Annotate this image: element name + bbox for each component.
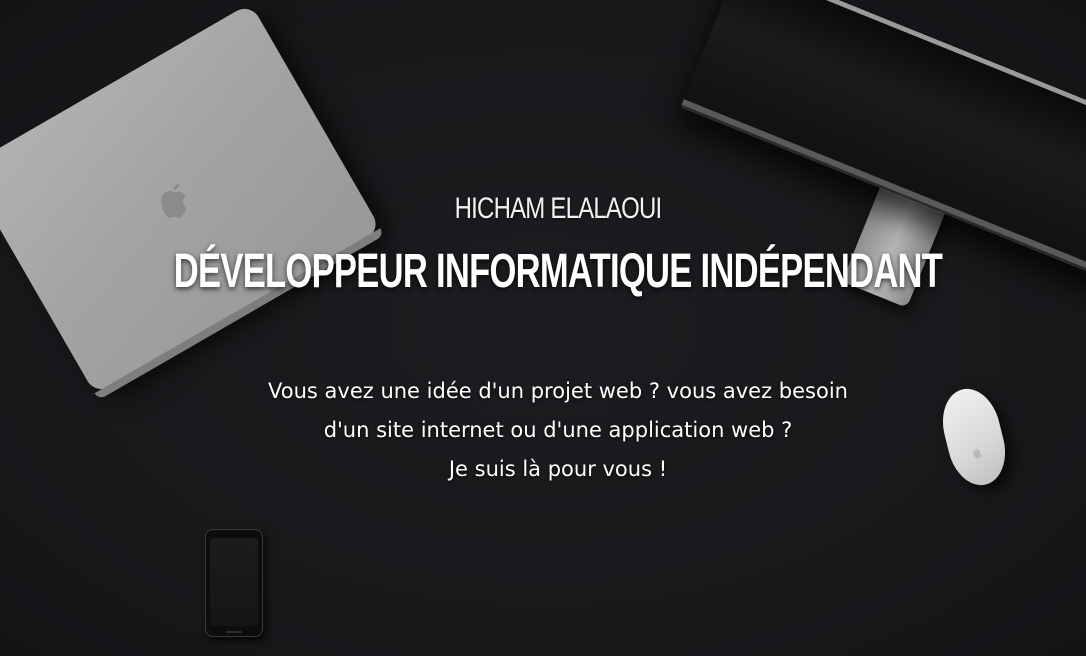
hero-description-line: d'un site internet ou d'une application … (323, 418, 793, 442)
hero-description: Vous avez une idée d'un projet web ? vou… (158, 372, 958, 489)
hero-description-line: Vous avez une idée d'un projet web ? vou… (268, 379, 848, 403)
monitor-image (654, 0, 1086, 353)
hero-title: DÉVELOPPEUR INFORMATIQUE INDÉPENDANT (173, 245, 943, 298)
hero-section: HICHAM ELALAOUI DÉVELOPPEUR INFORMATIQUE… (0, 0, 1086, 656)
hero-name: HICHAM ELALAOUI (454, 192, 663, 225)
hero-description-line: Je suis là pour vous ! (448, 457, 668, 481)
apple-logo-icon (973, 447, 982, 459)
phone-image (205, 529, 263, 637)
